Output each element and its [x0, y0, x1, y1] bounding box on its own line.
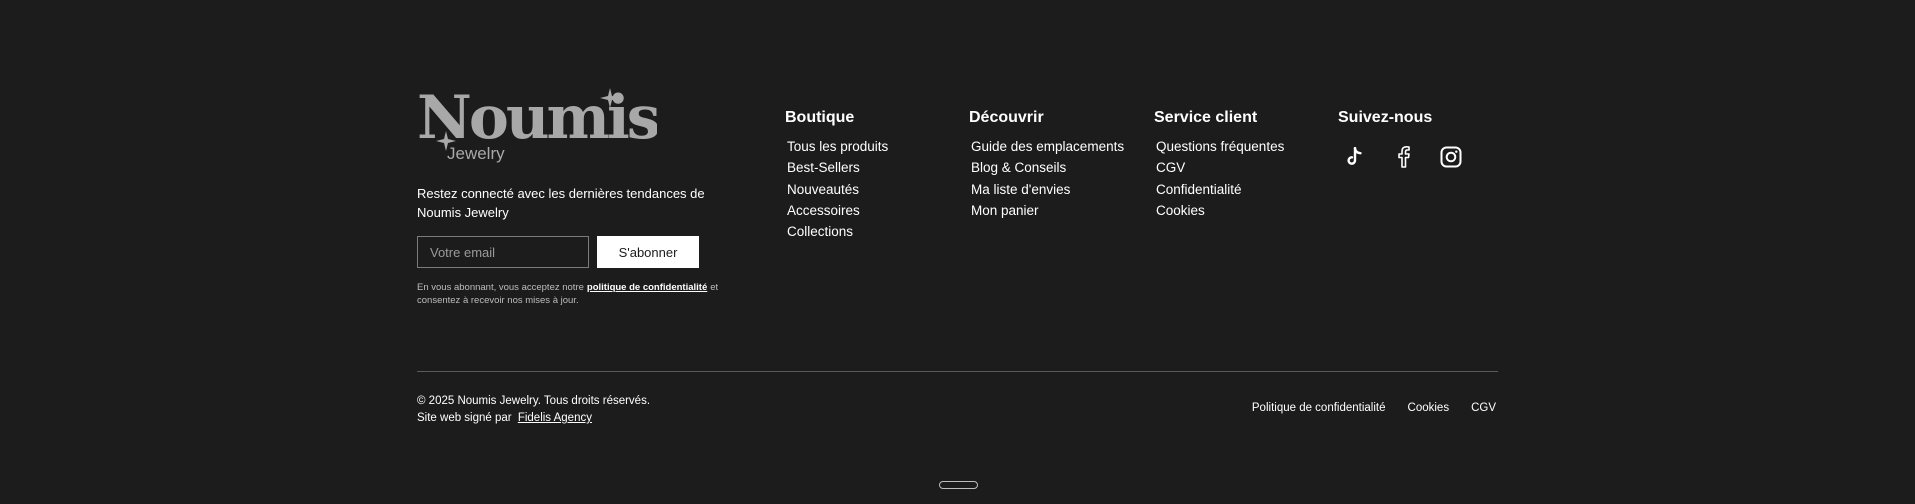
logo-sub: Jewelry — [447, 144, 505, 163]
footer-link-accessories[interactable]: Accessoires — [787, 200, 888, 221]
instagram-icon[interactable] — [1440, 146, 1462, 168]
agency-link[interactable]: Fidelis Agency — [518, 412, 592, 424]
legal-links: Politique de confidentialité Cookies CGV — [1252, 402, 1496, 414]
footer-link-all-products[interactable]: Tous les produits — [787, 136, 888, 157]
footer-link-wishlist[interactable]: Ma liste d'envies — [971, 179, 1124, 200]
column-title: Suivez-nous — [1338, 109, 1433, 126]
footer-link-cgv[interactable]: CGV — [1156, 157, 1284, 178]
tiktok-icon[interactable] — [1344, 146, 1366, 168]
column-title: Découvrir — [969, 109, 1044, 126]
footer-column-social: Suivez-nous — [1338, 108, 1432, 136]
footer-link-faq[interactable]: Questions fréquentes — [1156, 136, 1284, 157]
legal-text-before: En vous abonnant, vous acceptez notre — [417, 282, 584, 293]
footer-link-cart[interactable]: Mon panier — [971, 200, 1124, 221]
footer-link-new-arrivals[interactable]: Nouveautés — [787, 179, 888, 200]
scroll-handle[interactable] — [939, 481, 978, 489]
newsletter-tagline: Restez connecté avec les dernières tenda… — [417, 186, 705, 220]
newsletter-legal: En vous abonnant, vous acceptez notre pol… — [417, 281, 722, 307]
footer-link-cookies[interactable]: Cookies — [1156, 200, 1284, 221]
logo-mark: Noumis Jewelry — [417, 86, 657, 163]
subscribe-button[interactable]: S'abonner — [597, 236, 699, 268]
email-field[interactable] — [417, 236, 589, 268]
column-title: Service client — [1154, 109, 1258, 126]
footer-link-collections[interactable]: Collections — [787, 221, 888, 242]
footer-column-decouvrir: Découvrir Guide des emplacements Blog & … — [969, 108, 1124, 221]
brand-logo[interactable]: Noumis Jewelry — [417, 86, 657, 166]
logo-wordmark: Noumis — [417, 86, 657, 153]
privacy-policy-link[interactable]: politique de confidentialité — [587, 282, 707, 293]
footer-divider — [417, 371, 1498, 372]
footer-link-privacy[interactable]: Confidentialité — [1156, 179, 1284, 200]
copyright-block: © 2025 Noumis Jewelry. Tous droits réser… — [417, 393, 650, 427]
column-title: Boutique — [785, 109, 855, 126]
footer-link-location-guide[interactable]: Guide des emplacements — [971, 136, 1124, 157]
footer-link-best-sellers[interactable]: Best-Sellers — [787, 157, 888, 178]
footer-column-boutique: Boutique Tous les produits Best-Sellers … — [785, 108, 888, 242]
bottom-link-cgv[interactable]: CGV — [1471, 402, 1496, 414]
bottom-link-cookies[interactable]: Cookies — [1408, 402, 1450, 414]
social-links — [1344, 146, 1462, 168]
credit-prefix: Site web signé par — [417, 412, 512, 424]
site-footer: Noumis Jewelry Restez connecté avec les … — [0, 0, 1915, 504]
copyright-text: © 2025 Noumis Jewelry. Tous droits réser… — [417, 395, 651, 407]
bottom-link-privacy[interactable]: Politique de confidentialité — [1252, 402, 1386, 414]
footer-column-service: Service client Questions fréquentes CGV … — [1154, 108, 1284, 221]
credit-line: Site web signé par Fidelis Agency — [417, 410, 650, 427]
footer-link-blog[interactable]: Blog & Conseils — [971, 157, 1124, 178]
facebook-icon[interactable] — [1392, 146, 1414, 168]
